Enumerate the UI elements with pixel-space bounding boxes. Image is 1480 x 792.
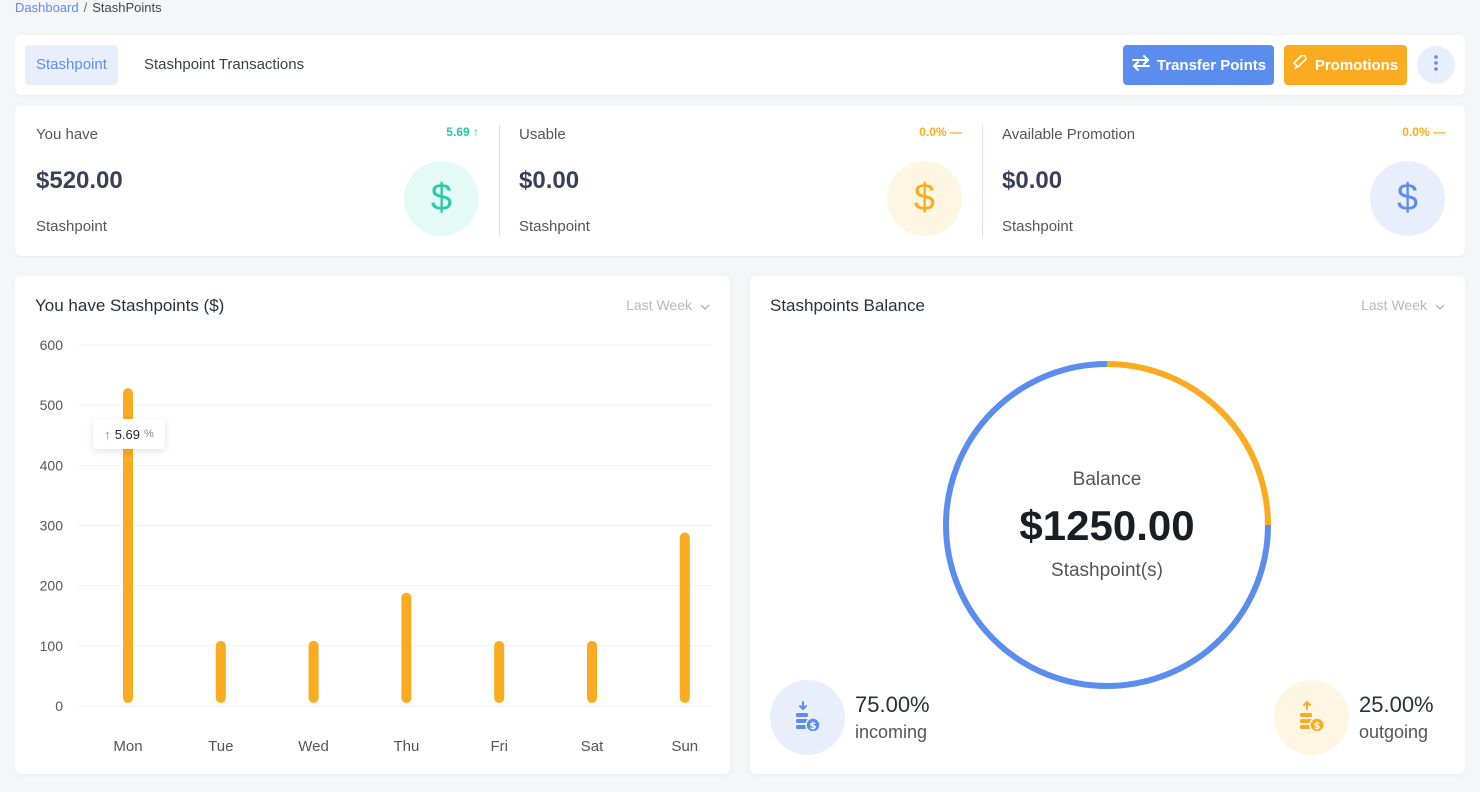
donut-center-unit: Stashpoint(s) — [1051, 560, 1163, 581]
svg-text:$: $ — [809, 721, 816, 732]
legend-outgoing: $ 25.00% outgoing — [1274, 680, 1434, 755]
donut-center-label: Balance — [1072, 469, 1142, 490]
incoming-label: incoming — [855, 722, 928, 742]
donut-slice-outgoing[interactable] — [1106, 361, 1271, 526]
svg-text:$: $ — [1313, 721, 1320, 732]
coins-incoming-icon: $ — [770, 680, 845, 755]
donut-center-value: $1250.00 — [1019, 502, 1195, 549]
incoming-percent: 75.00% — [855, 692, 930, 717]
donut-chart — [943, 361, 1271, 689]
legend-incoming: $ 75.00% incoming — [770, 680, 930, 755]
coins-outgoing-icon: $ — [1274, 680, 1349, 755]
outgoing-label: outgoing — [1359, 722, 1429, 742]
outgoing-percent: 25.00% — [1359, 692, 1434, 717]
